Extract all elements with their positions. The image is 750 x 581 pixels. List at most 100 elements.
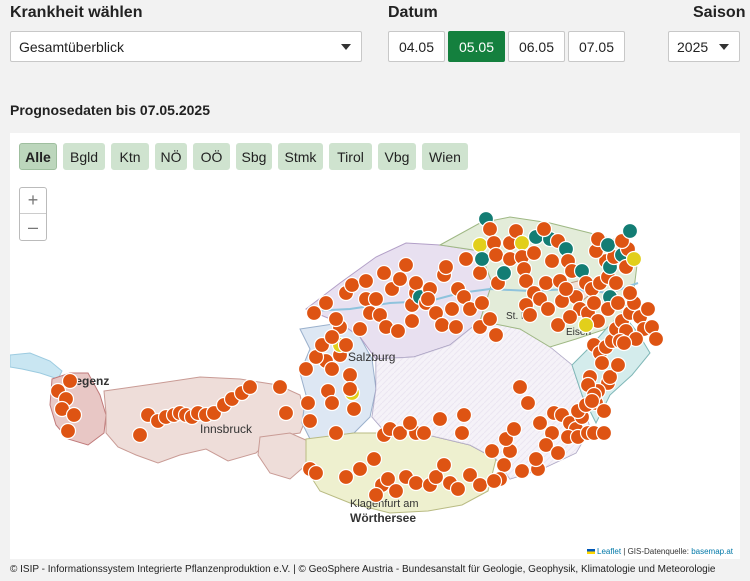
station-marker[interactable]	[583, 392, 601, 410]
region-filter-tirol[interactable]: Tirol	[329, 143, 372, 170]
station-marker[interactable]	[621, 222, 639, 240]
station-marker[interactable]	[485, 472, 503, 490]
region-filter-stmk[interactable]: Stmk	[278, 143, 323, 170]
station-marker[interactable]	[327, 310, 345, 328]
date-button-0605[interactable]: 06.05	[508, 31, 565, 62]
station-marker[interactable]	[535, 220, 553, 238]
station-marker[interactable]	[483, 442, 501, 460]
date-button-0705[interactable]: 07.05	[568, 31, 625, 62]
station-marker[interactable]	[471, 476, 489, 494]
station-marker[interactable]	[595, 424, 613, 442]
station-marker[interactable]	[455, 406, 473, 424]
station-marker[interactable]	[473, 250, 491, 268]
station-marker[interactable]	[301, 412, 319, 430]
station-marker[interactable]	[65, 406, 83, 424]
station-marker[interactable]	[609, 356, 627, 374]
station-marker[interactable]	[449, 480, 467, 498]
station-marker[interactable]	[131, 426, 149, 444]
station-marker[interactable]	[59, 422, 77, 440]
station-marker[interactable]	[473, 294, 491, 312]
station-marker[interactable]	[307, 464, 325, 482]
zoom-in-button[interactable]: +	[20, 188, 46, 214]
station-marker[interactable]	[495, 264, 513, 282]
station-marker[interactable]	[387, 482, 405, 500]
map-panel[interactable]: Bregenz Innsbruck Salzburg Klagenfurt am…	[10, 133, 740, 559]
station-marker[interactable]	[481, 310, 499, 328]
station-marker[interactable]	[453, 424, 471, 442]
station-marker[interactable]	[419, 290, 437, 308]
station-marker[interactable]	[513, 234, 531, 252]
leaflet-link[interactable]: Leaflet	[597, 547, 621, 556]
station-marker[interactable]	[443, 300, 461, 318]
station-marker[interactable]	[511, 378, 529, 396]
station-marker[interactable]	[549, 444, 567, 462]
station-marker[interactable]	[487, 246, 505, 264]
station-marker[interactable]	[341, 366, 359, 384]
station-marker[interactable]	[607, 274, 625, 292]
station-marker[interactable]	[375, 264, 393, 282]
station-marker[interactable]	[471, 236, 489, 254]
station-marker[interactable]	[351, 320, 369, 338]
station-marker[interactable]	[457, 250, 475, 268]
station-marker[interactable]	[481, 220, 499, 238]
station-marker[interactable]	[447, 318, 465, 336]
station-marker[interactable]	[357, 272, 375, 290]
station-marker[interactable]	[305, 304, 323, 322]
basemap-link[interactable]: basemap.at	[691, 547, 733, 556]
station-marker[interactable]	[521, 306, 539, 324]
station-marker[interactable]	[505, 420, 523, 438]
station-marker[interactable]	[471, 264, 489, 282]
station-marker[interactable]	[367, 290, 385, 308]
region-filter-vbg[interactable]: Vbg	[378, 143, 416, 170]
region-filter-noe[interactable]: NÖ	[155, 143, 187, 170]
station-marker[interactable]	[341, 380, 359, 398]
region-filter-wien[interactable]: Wien	[422, 143, 468, 170]
station-marker[interactable]	[323, 328, 341, 346]
station-marker[interactable]	[595, 402, 613, 420]
station-marker[interactable]	[585, 294, 603, 312]
station-marker[interactable]	[437, 258, 455, 276]
station-marker[interactable]	[599, 236, 617, 254]
station-marker[interactable]	[495, 456, 513, 474]
station-marker[interactable]	[297, 360, 315, 378]
station-marker[interactable]	[407, 474, 425, 492]
station-marker[interactable]	[241, 378, 259, 396]
station-marker[interactable]	[407, 274, 425, 292]
station-marker[interactable]	[327, 424, 345, 442]
station-marker[interactable]	[621, 284, 639, 302]
station-marker[interactable]	[531, 414, 549, 432]
region-filter-sbg[interactable]: Sbg	[236, 143, 272, 170]
zoom-out-button[interactable]: –	[20, 214, 46, 240]
disease-select[interactable]: Gesamtüberblick	[10, 31, 362, 62]
station-marker[interactable]	[625, 250, 643, 268]
station-marker[interactable]	[557, 280, 575, 298]
station-marker[interactable]	[513, 462, 531, 480]
station-marker[interactable]	[391, 270, 409, 288]
station-marker[interactable]	[431, 410, 449, 428]
region-filter-alle[interactable]: Alle	[19, 143, 57, 170]
station-marker[interactable]	[401, 414, 419, 432]
station-marker[interactable]	[647, 330, 665, 348]
station-marker[interactable]	[577, 316, 595, 334]
station-marker[interactable]	[435, 456, 453, 474]
station-marker[interactable]	[527, 450, 545, 468]
station-marker[interactable]	[525, 244, 543, 262]
station-marker[interactable]	[539, 300, 557, 318]
station-marker[interactable]	[403, 312, 421, 330]
station-marker[interactable]	[271, 378, 289, 396]
station-marker[interactable]	[433, 316, 451, 334]
station-marker[interactable]	[345, 400, 363, 418]
station-marker[interactable]	[61, 372, 79, 390]
station-marker[interactable]	[609, 294, 627, 312]
season-select[interactable]: 2025	[668, 31, 740, 62]
date-button-0405[interactable]: 04.05	[388, 31, 445, 62]
station-marker[interactable]	[337, 468, 355, 486]
station-marker[interactable]	[351, 460, 369, 478]
station-marker[interactable]	[367, 486, 385, 504]
station-marker[interactable]	[639, 300, 657, 318]
station-marker[interactable]	[323, 394, 341, 412]
austria-map[interactable]: Bregenz Innsbruck Salzburg Klagenfurt am…	[10, 133, 740, 559]
station-marker[interactable]	[537, 274, 555, 292]
station-marker[interactable]	[317, 294, 335, 312]
region-filter-bgld[interactable]: Bgld	[63, 143, 105, 170]
